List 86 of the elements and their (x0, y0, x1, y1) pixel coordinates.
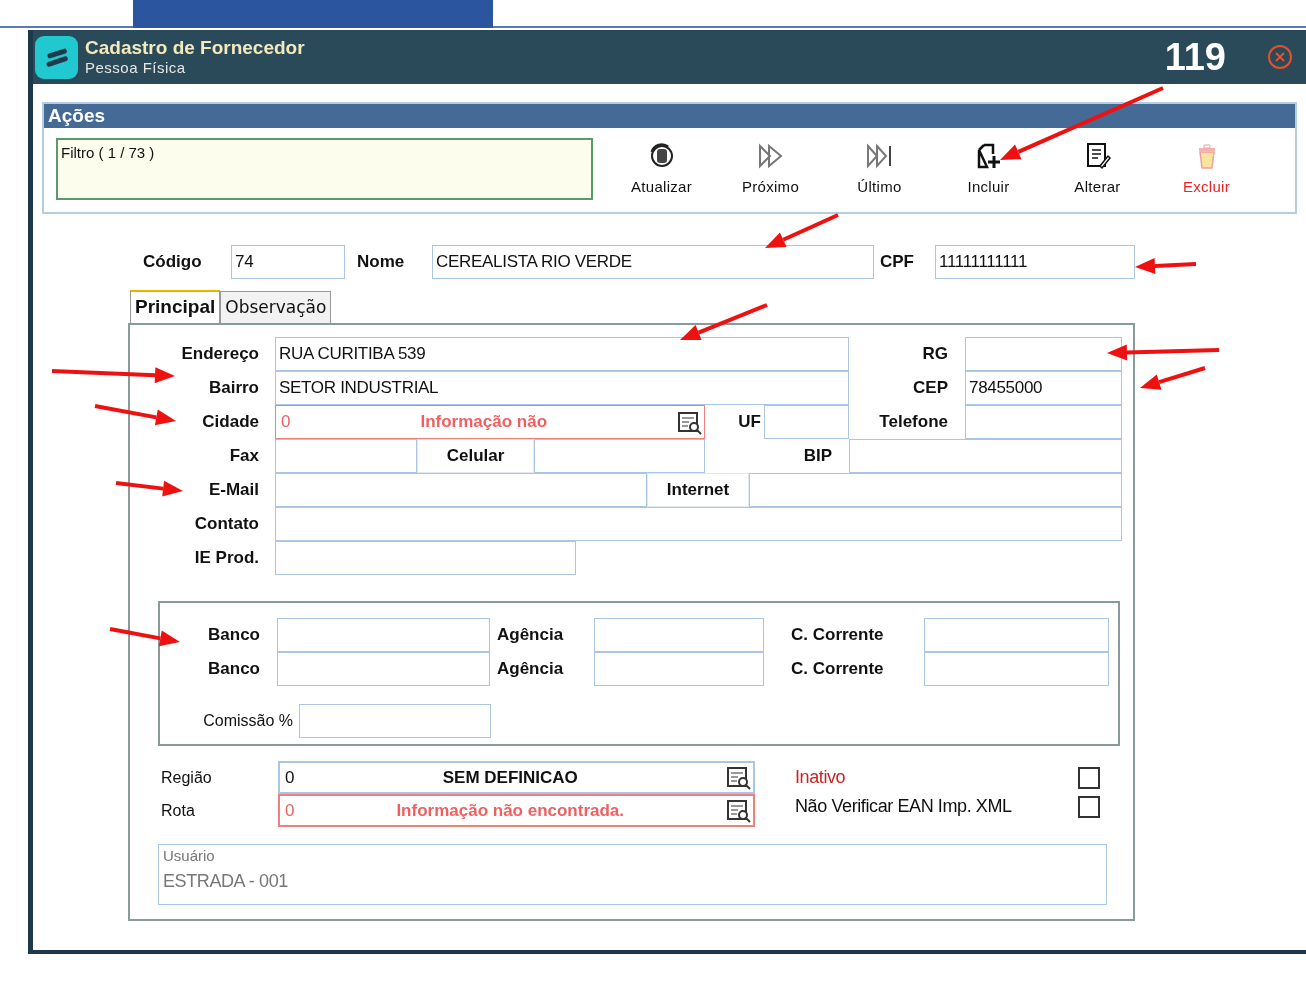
field-label: Banco (208, 624, 260, 647)
input-field[interactable] (275, 507, 1122, 541)
field-label: Agência (497, 624, 564, 647)
input-field[interactable] (299, 704, 491, 738)
toolbar-button[interactable]: Alterar (1043, 138, 1152, 199)
input-field[interactable] (924, 618, 1109, 652)
skip-to-end-icon (865, 142, 894, 170)
field-label: Comissão % (202, 711, 294, 731)
search-icon (726, 798, 751, 823)
input-field[interactable] (275, 439, 417, 473)
toolbar-button[interactable]: Excluir (1152, 138, 1261, 199)
field-label: Agência (497, 658, 564, 681)
toolbar-button[interactable]: Último (825, 138, 934, 199)
lookup-field[interactable]: 0 SEM DEFINICAO (278, 761, 755, 794)
field-label: Bairro (208, 377, 259, 400)
window-subtitle: Pessoa Física (85, 59, 187, 77)
option-label: Não Verificar EAN Imp. XML (795, 795, 1012, 818)
input-field[interactable] (277, 652, 490, 686)
option-label: Inativo (795, 766, 846, 789)
filter-box: Filtro ( 1 / 73 ) (56, 138, 593, 200)
field-label: Internet (666, 479, 730, 502)
field-label: Endereço (181, 343, 259, 366)
forward-icon (756, 142, 785, 170)
code-text: 0 (285, 799, 295, 822)
active-tab[interactable] (133, 0, 493, 28)
toolbar-button[interactable]: Atualizar (607, 138, 716, 199)
toolbar-button[interactable]: Próximo (716, 138, 825, 199)
input-field[interactable] (594, 652, 764, 686)
annotation-arrow (1135, 258, 1197, 274)
description-text: SEM DEFINICAO (441, 766, 579, 789)
input-field[interactable] (277, 618, 490, 652)
checkbox[interactable] (1078, 766, 1100, 789)
annotation-arrow (115, 480, 183, 497)
search-icon (677, 409, 702, 435)
close-icon[interactable] (1266, 43, 1294, 71)
input-field[interactable] (534, 439, 705, 473)
description-text: Informação não (419, 411, 549, 434)
code-text: 0 (281, 411, 291, 434)
user-value: ESTRADA - 001 (163, 869, 289, 893)
field-label: Banco (208, 658, 260, 681)
input-field[interactable] (275, 473, 647, 507)
checkbox[interactable] (1078, 795, 1100, 818)
field-label: Rota (160, 800, 196, 821)
input-field[interactable] (849, 439, 1122, 473)
toolbar-button[interactable]: Incluir (934, 138, 1043, 199)
annotation-arrow (1140, 366, 1206, 390)
field-label: E-Mail (208, 479, 259, 502)
code-text: 0 (285, 766, 295, 789)
input-field[interactable] (924, 652, 1109, 686)
field-label: Fax (229, 445, 259, 468)
field-label: C. Corrente (791, 658, 884, 681)
field-label: Telefone (879, 411, 948, 434)
field-label: Região (160, 767, 213, 788)
field-label: C. Corrente (791, 624, 884, 647)
field-label: IE Prod. (194, 547, 259, 570)
field-label: Celular (446, 445, 505, 468)
field-label: Contato (194, 513, 259, 536)
field-label: RG (922, 343, 948, 366)
input-field[interactable]: 11111111111 (935, 245, 1135, 279)
record-number: 119 (1164, 34, 1226, 80)
tab[interactable]: Observação (220, 291, 332, 323)
field-label: CEP (913, 377, 948, 400)
input-field[interactable] (965, 405, 1122, 439)
input-field[interactable] (764, 405, 849, 439)
window-title: Cadastro de Fornecedor (85, 37, 305, 59)
annotation-arrow (109, 627, 180, 647)
field-label: UF (738, 411, 761, 434)
field-label: Cidade (202, 411, 259, 434)
field-label: Usuário (163, 846, 216, 866)
field-label: Nome (356, 251, 406, 274)
input-field[interactable]: CEREALISTA RIO VERDE (432, 245, 874, 279)
input-field[interactable]: 78455000 (965, 371, 1122, 405)
input-field[interactable]: RUA CURITIBA 539 (275, 337, 849, 371)
input-field[interactable]: SETOR INDUSTRIAL (275, 371, 849, 405)
search-icon (726, 765, 751, 790)
field-label: Código (143, 251, 203, 274)
field-label: CPF (879, 251, 915, 274)
description-text: Informação não encontrada. (395, 799, 626, 822)
input-field[interactable] (275, 541, 576, 575)
input-field[interactable] (965, 337, 1122, 371)
input-field[interactable]: 74 (231, 245, 345, 279)
section-title: Ações (44, 104, 1295, 128)
tab[interactable]: Principal (130, 290, 221, 323)
input-field[interactable] (594, 618, 764, 652)
input-field[interactable] (749, 473, 1122, 507)
field-label: BIP (803, 445, 832, 468)
